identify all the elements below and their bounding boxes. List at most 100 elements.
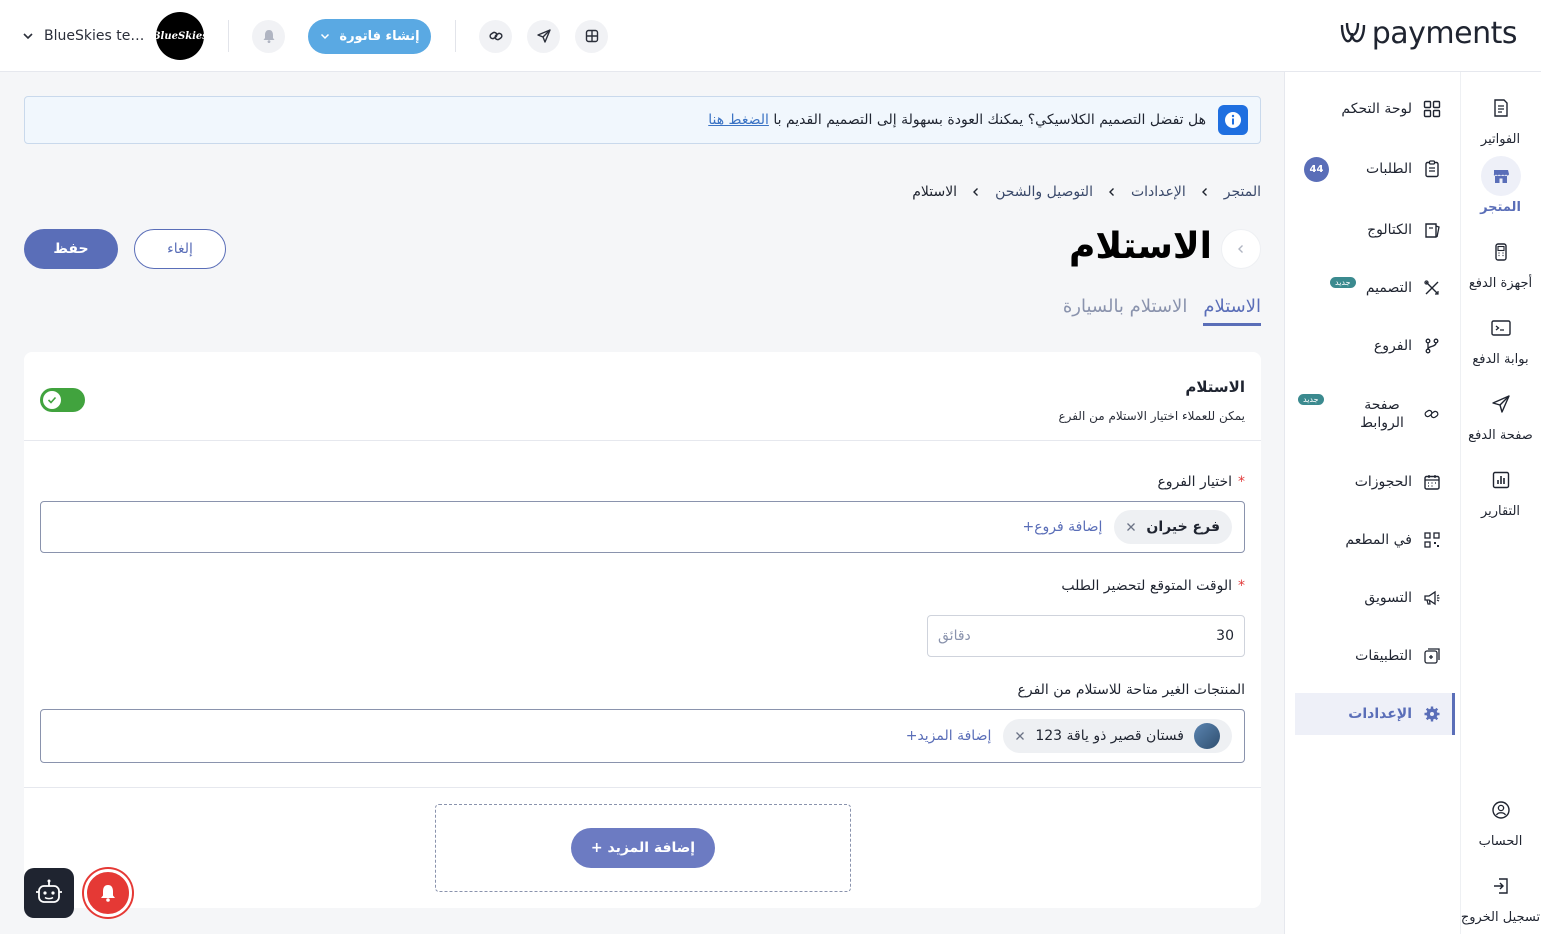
sidebar-item-design[interactable]: جديد التصميم: [1292, 267, 1452, 309]
nav-logout[interactable]: تسجيل الخروج: [1460, 866, 1541, 925]
chevron-down-icon: [321, 33, 330, 40]
prep-time-label: الوقت المتوقع لتحضير الطلب *: [1061, 578, 1245, 594]
nav-payment-gateway[interactable]: بوابة الدفع: [1460, 308, 1541, 367]
cancel-button[interactable]: إلغاء: [134, 229, 226, 269]
nav-payment-gateway-label: بوابة الدفع: [1472, 352, 1529, 367]
product-thumbnail: [1194, 723, 1220, 749]
pickup-section-title: الاستلام: [1185, 378, 1245, 396]
nav-pos-devices[interactable]: أجهزة الدفع: [1460, 232, 1541, 291]
banner-link[interactable]: الضغط هنا: [708, 112, 769, 128]
notifications-button[interactable]: [252, 19, 285, 53]
branches-label-text: اختيار الفروع: [1157, 474, 1232, 490]
prep-time-label-text: الوقت المتوقع لتحضير الطلب: [1061, 578, 1232, 594]
tab-car-pickup[interactable]: الاستلام بالسيارة: [1063, 296, 1187, 326]
nav-store-label: المتجر: [1480, 200, 1521, 215]
orders-icon: [1425, 160, 1439, 178]
send-button[interactable]: [527, 19, 560, 53]
sidebar-item-links-page[interactable]: جديد صفحة الروابط: [1292, 392, 1452, 436]
add-more-link[interactable]: +إضافة المزيد: [906, 728, 992, 744]
back-button[interactable]: [1221, 229, 1261, 269]
sidebar-item-in-restaurant[interactable]: في المطعم: [1292, 519, 1452, 561]
store-name[interactable]: BlueSkies testi...: [44, 28, 148, 44]
nav-account[interactable]: الحساب: [1460, 790, 1541, 849]
banner-message: هل تفضل التصميم الكلاسيكي؟ يمكنك العودة …: [773, 112, 1206, 128]
create-invoice-label: إنشاء فاتورة: [339, 28, 420, 44]
nav-payment-page[interactable]: صفحة الدفع: [1460, 384, 1541, 443]
link-icon: [488, 31, 503, 41]
chevron-left-icon: [1201, 188, 1207, 196]
sidebar-item-marketing[interactable]: التسويق: [1292, 577, 1452, 619]
add-branches-link[interactable]: +إضافة فروع: [1022, 519, 1102, 535]
store-icon: [1493, 170, 1509, 183]
grid-icon: [585, 29, 598, 43]
close-icon[interactable]: [1126, 522, 1136, 532]
sidebar-item-settings[interactable]: الإعدادات: [1295, 693, 1455, 735]
create-invoice-button[interactable]: إنشاء فاتورة: [308, 18, 431, 54]
sidebar-item-label: التطبيقات: [1355, 648, 1412, 664]
brand-name: payments: [1371, 16, 1518, 51]
send-icon: [1491, 395, 1510, 413]
divider: [24, 787, 1261, 788]
sidebar-item-apps[interactable]: التطبيقات: [1292, 635, 1452, 677]
breadcrumb-store[interactable]: المتجر: [1224, 184, 1261, 200]
robot-icon: [36, 879, 62, 903]
bell-icon: [101, 885, 115, 902]
divider: [24, 440, 1261, 441]
breadcrumb-settings[interactable]: الإعدادات: [1131, 184, 1186, 200]
sidebar-item-catalog[interactable]: الكتالوج: [1292, 209, 1452, 251]
sidebar-item-dashboard[interactable]: لوحة التحكم: [1292, 88, 1452, 130]
required-mark: *: [1238, 578, 1245, 594]
divider: [455, 20, 456, 52]
required-mark: *: [1238, 474, 1245, 490]
chatbot-button[interactable]: [24, 868, 74, 918]
sidebar-item-label: الحجوزات: [1354, 474, 1412, 490]
apps-grid-button[interactable]: [575, 19, 608, 53]
sidebar-item-label: التصميم: [1365, 280, 1412, 296]
add-more-button[interactable]: + إضافة المزيد: [571, 828, 715, 868]
calendar-icon: [1424, 475, 1440, 490]
nav-reports[interactable]: التقارير: [1460, 460, 1541, 519]
megaphone-icon: [1424, 590, 1440, 606]
bell-icon: [263, 30, 274, 43]
sidebar-item-orders[interactable]: 44 الطلبات: [1292, 148, 1452, 190]
page-title: الاستلام: [1069, 226, 1212, 267]
branches-multiselect[interactable]: +إضافة فروع فرع خيران: [40, 501, 1245, 553]
chevron-down-icon[interactable]: [20, 28, 36, 44]
primary-sidebar: الفواتير المتجر أجهزة الدفع بوابة الدفع …: [1460, 72, 1541, 934]
classic-design-banner: هل تفضل التصميم الكلاسيكي؟ يمكنك العودة …: [24, 96, 1261, 144]
check-icon: [43, 391, 61, 409]
unavailable-products-label: المنتجات الغير متاحة للاستلام من الفرع: [1017, 682, 1245, 698]
links-icon: [1424, 409, 1439, 419]
logo-mark-icon: [1340, 22, 1365, 42]
nav-store[interactable]: المتجر: [1460, 156, 1541, 215]
nav-account-label: الحساب: [1478, 834, 1523, 849]
push-notifications-button[interactable]: [84, 869, 132, 917]
prep-time-input[interactable]: دقائق 30: [927, 615, 1245, 657]
close-icon[interactable]: [1015, 731, 1025, 741]
sidebar-item-branches[interactable]: الفروع: [1292, 325, 1452, 367]
design-icon: [1424, 280, 1439, 295]
unavailable-products-multiselect[interactable]: +إضافة المزيد فستان قصير ذو ياقة 123: [40, 709, 1245, 763]
sidebar-item-label: الطلبات: [1366, 161, 1412, 177]
pickup-section-description: يمكن للعملاء اختيار الاستلام من الفرع: [1058, 409, 1245, 423]
breadcrumb-shipping[interactable]: التوصيل والشحن: [995, 184, 1093, 200]
sidebar-item-bookings[interactable]: الحجوزات: [1292, 461, 1452, 503]
product-chip: فستان قصير ذو ياقة 123: [1003, 719, 1232, 753]
apps-icon: [1424, 648, 1440, 664]
payment-link-button[interactable]: [479, 19, 512, 53]
pickup-toggle[interactable]: [40, 388, 85, 412]
prep-time-value: 30: [1216, 628, 1234, 644]
nav-pos-devices-label: أجهزة الدفع: [1468, 276, 1533, 291]
pos-device-icon: [1494, 243, 1507, 261]
nav-invoices[interactable]: الفواتير: [1460, 88, 1541, 147]
breadcrumb: الاستلام التوصيل والشحن الإعدادات المتجر: [912, 184, 1261, 200]
nav-invoices-label: الفواتير: [1480, 132, 1521, 147]
nav-reports-label: التقارير: [1480, 504, 1521, 519]
sidebar-item-label: لوحة التحكم: [1341, 101, 1412, 117]
breadcrumb-current: الاستلام: [912, 184, 958, 200]
brand-logo[interactable]: payments: [1336, 16, 1518, 51]
tab-pickup[interactable]: الاستلام: [1203, 296, 1261, 326]
new-badge: جديد: [1298, 394, 1324, 405]
save-button[interactable]: حفظ: [24, 229, 118, 269]
store-avatar[interactable]: BlueSkies: [152, 12, 208, 60]
